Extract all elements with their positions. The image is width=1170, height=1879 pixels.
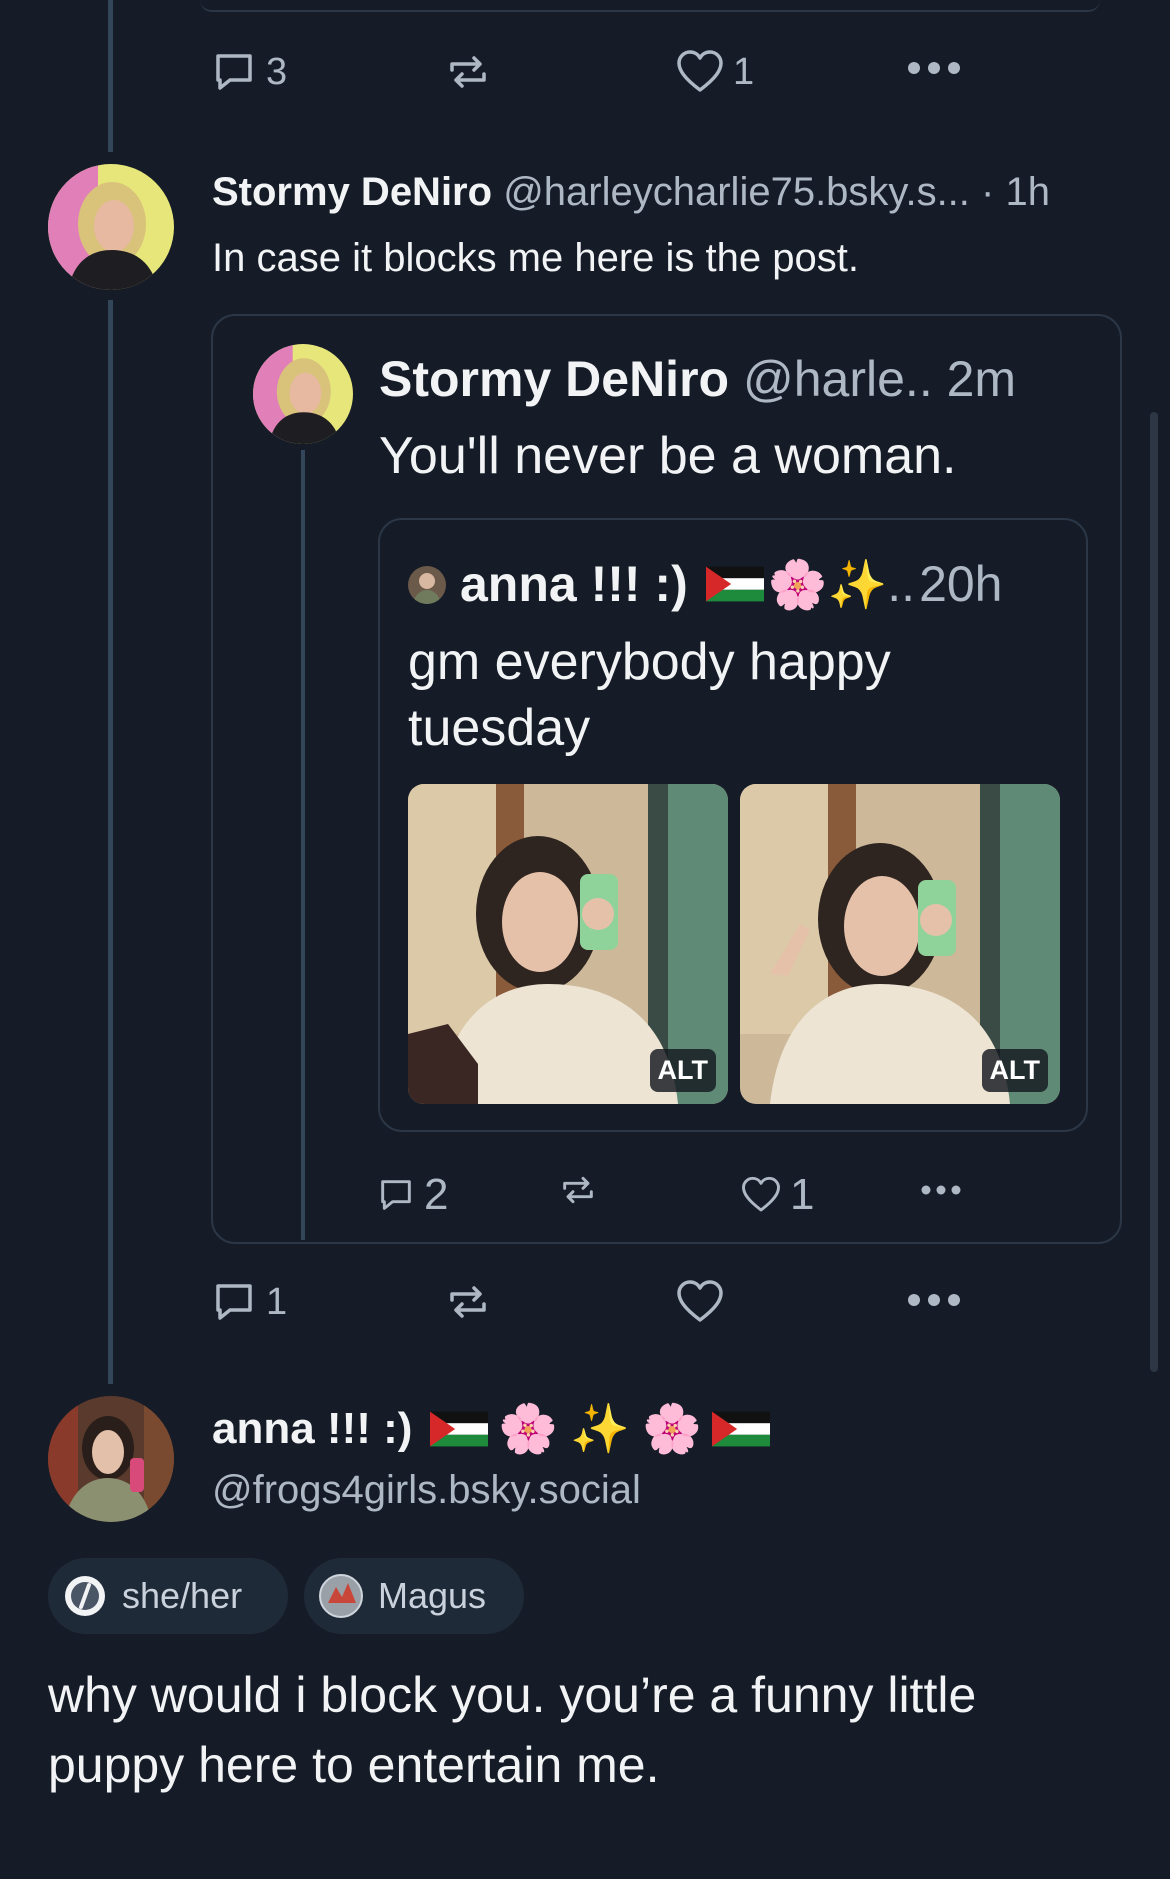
repost-icon bbox=[563, 1176, 593, 1204]
palestine-flag-icon bbox=[705, 566, 764, 602]
more-button[interactable] bbox=[906, 58, 962, 78]
nested-quote-text-line2: tuesday bbox=[408, 699, 591, 757]
heart-icon bbox=[677, 50, 723, 92]
post-text: In case it blocks me here is the post. bbox=[212, 236, 859, 280]
profile-author-name[interactable]: anna !!! :) bbox=[212, 1404, 412, 1454]
post-image-2[interactable]: ALT bbox=[740, 784, 1060, 1104]
heart-icon bbox=[677, 1280, 723, 1322]
quote-avatar-image bbox=[253, 344, 353, 444]
repost-icon bbox=[450, 1286, 486, 1318]
like-count: 1 bbox=[733, 50, 755, 93]
quote-like-button[interactable]: 1 bbox=[740, 1170, 814, 1220]
pronouns-label[interactable]: she/her bbox=[48, 1558, 288, 1634]
like-button[interactable]: 1 bbox=[675, 48, 754, 96]
reply-post-reply-button[interactable]: 1 bbox=[210, 1278, 287, 1326]
cherry-blossom-icon: 🌸 bbox=[767, 556, 828, 613]
quote-reply-button[interactable]: 2 bbox=[376, 1170, 448, 1220]
reply-post-like-button[interactable] bbox=[675, 1278, 725, 1326]
alt-badge[interactable]: ALT bbox=[649, 1049, 716, 1092]
quote-avatar[interactable] bbox=[253, 344, 353, 444]
quote-reply-count: 2 bbox=[424, 1170, 449, 1219]
quote-repost-button[interactable] bbox=[558, 1170, 598, 1210]
scrollbar[interactable] bbox=[1150, 412, 1158, 1372]
reply-icon bbox=[216, 1284, 252, 1320]
magus-badge-icon bbox=[319, 1574, 363, 1618]
quote-like-count: 1 bbox=[790, 1170, 815, 1219]
heart-icon bbox=[742, 1176, 780, 1212]
palestine-flag-icon bbox=[430, 1411, 489, 1446]
reply-button[interactable]: 3 bbox=[210, 48, 287, 96]
main-post-text-line1: why would i block you. you’re a funny li… bbox=[48, 1667, 977, 1723]
sparkles-icon: ✨ bbox=[570, 1401, 630, 1457]
magus-label[interactable]: Magus bbox=[304, 1558, 524, 1634]
profile-name-row: anna !!! :) 🌸 ✨ 🌸 bbox=[212, 1400, 774, 1457]
nested-quote-header: anna !!! :) 🌸 ✨ .. 20h bbox=[460, 555, 1003, 613]
thread-line-top bbox=[108, 0, 113, 152]
separator-dot: · bbox=[981, 170, 995, 214]
reply-icon bbox=[216, 54, 252, 90]
avatar-image bbox=[48, 164, 174, 290]
main-post-text-line2: puppy here to entertain me. bbox=[48, 1737, 660, 1793]
quote-thread-line bbox=[301, 450, 305, 1240]
thread-line-middle bbox=[108, 300, 113, 1384]
more-icon bbox=[908, 62, 960, 74]
nested-author-name[interactable]: anna !!! :) bbox=[460, 555, 688, 613]
repost-button[interactable] bbox=[444, 48, 492, 96]
more-icon bbox=[908, 1294, 960, 1306]
profile-avatar-image bbox=[48, 1396, 174, 1522]
sparkles-icon: ✨ bbox=[827, 556, 888, 613]
pronouns-text: she/her bbox=[122, 1575, 243, 1616]
more-icon bbox=[921, 1185, 961, 1195]
cherry-blossom-icon: 🌸 bbox=[641, 1401, 702, 1457]
nested-ellipsis: .. bbox=[887, 556, 916, 612]
post-time[interactable]: 1h bbox=[1005, 170, 1050, 214]
nested-time[interactable]: 20h bbox=[919, 555, 1002, 613]
reply-post-reply-count: 1 bbox=[266, 1280, 288, 1323]
quote-more-button[interactable] bbox=[920, 1182, 962, 1198]
pronouns-badge-icon bbox=[65, 1576, 105, 1616]
profile-handle[interactable]: @frogs4girls.bsky.social bbox=[212, 1468, 641, 1513]
quote-time[interactable]: 2m bbox=[947, 351, 1016, 407]
top-divider bbox=[200, 0, 1100, 12]
nested-quote-avatar[interactable] bbox=[408, 566, 446, 604]
quote-header: Stormy DeNiro @harle.. 2m bbox=[379, 350, 1016, 408]
author-handle[interactable]: @harleycharlie75.bsky.s... bbox=[503, 170, 970, 214]
quote-text: You'll never be a woman. bbox=[379, 427, 957, 485]
author-name[interactable]: Stormy DeNiro bbox=[212, 170, 492, 214]
reply-count: 3 bbox=[266, 50, 288, 93]
reply-icon bbox=[381, 1180, 411, 1210]
profile-avatar[interactable] bbox=[48, 1396, 174, 1522]
cherry-blossom-icon: 🌸 bbox=[498, 1401, 559, 1457]
avatar[interactable] bbox=[48, 164, 174, 290]
magus-text: Magus bbox=[378, 1575, 487, 1616]
alt-badge[interactable]: ALT bbox=[981, 1049, 1048, 1092]
palestine-flag-icon bbox=[711, 1411, 770, 1446]
reply-post-repost-button[interactable] bbox=[444, 1278, 492, 1326]
quote-author-name[interactable]: Stormy DeNiro bbox=[379, 351, 729, 407]
post-image-1[interactable]: ALT bbox=[408, 784, 728, 1104]
nested-avatar-image bbox=[408, 566, 446, 604]
repost-icon bbox=[450, 56, 486, 88]
nested-quote-text-line1: gm everybody happy bbox=[408, 633, 891, 691]
reply-header: Stormy DeNiro @harleycharlie75.bsky.s...… bbox=[212, 170, 1050, 215]
reply-post-more-button[interactable] bbox=[906, 1290, 962, 1310]
quote-author-handle[interactable]: @harle.. bbox=[743, 351, 933, 407]
